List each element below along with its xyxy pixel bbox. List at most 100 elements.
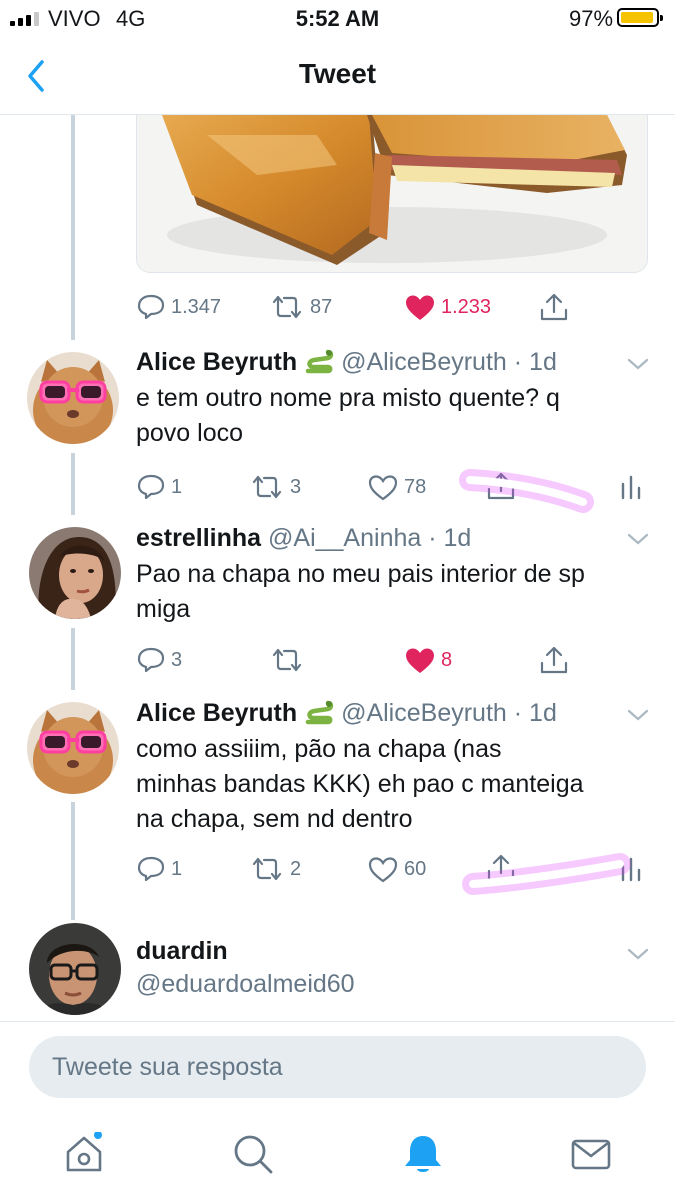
reply-count: 1: [171, 857, 183, 880]
avatar[interactable]: [27, 352, 119, 444]
share-button[interactable]: [539, 645, 569, 675]
battery-percent: 97%: [569, 6, 614, 31]
new-content-dot: [94, 1132, 102, 1139]
reply-count: 3: [171, 648, 183, 671]
tweet-text: Pao na chapa no meu pais interior de sp …: [136, 557, 656, 627]
chevron-down-icon[interactable]: [626, 531, 650, 547]
chevron-down-icon[interactable]: [626, 946, 650, 962]
heart-filled-icon: [406, 295, 434, 320]
share-icon: [540, 293, 568, 321]
girl-photo-avatar: [29, 527, 121, 619]
status-bar: VIVO 4G 5:52 AM 97%: [0, 0, 675, 38]
tweet-header: estrellinha @Ai__Aninha · 1d: [136, 524, 471, 553]
tweet-text-line: e tem outro nome pra misto quente? q: [136, 384, 560, 412]
like-count: 8: [441, 649, 453, 671]
avatar[interactable]: [27, 702, 119, 794]
reply-input[interactable]: Tweete sua resposta: [29, 1036, 646, 1098]
highlighter-scribble: [462, 853, 631, 895]
handle[interactable]: @AliceBeyruth: [341, 348, 507, 376]
handle[interactable]: @Ai__Aninha: [268, 524, 421, 552]
retweet-button[interactable]: 87: [270, 294, 332, 320]
handle[interactable]: @AliceBeyruth: [341, 699, 507, 727]
page-title: Tweet: [298, 58, 377, 89]
divider: [0, 1021, 675, 1022]
reply-icon: [137, 856, 165, 882]
avatar[interactable]: [29, 527, 121, 619]
notifications-icon[interactable]: [401, 1132, 445, 1176]
tweet-header: Alice Beyruth @AliceBeyruth · 1d: [136, 699, 557, 728]
like-count: 60: [404, 858, 427, 880]
reply-icon: [137, 647, 165, 673]
tweet-text: como assiiim, pão na chapa (nas minhas b…: [136, 732, 656, 837]
retweet-button[interactable]: 2: [250, 856, 301, 882]
cat-sunglasses-avatar: [27, 352, 119, 444]
snake-emoji-icon: [305, 349, 334, 374]
tweet-text-line: na chapa, sem nd dentro: [136, 805, 413, 833]
like-button[interactable]: 1.233: [405, 294, 491, 321]
reply-icon: [137, 474, 165, 500]
like-button[interactable]: 78: [368, 474, 426, 501]
retweet-icon: [272, 295, 302, 319]
thread-line: [71, 628, 75, 690]
reply-placeholder: Tweete sua resposta: [52, 1053, 283, 1081]
tweet-header: Alice Beyruth @AliceBeyruth · 1d: [136, 348, 557, 377]
tweet-text-line: como assiiim, pão na chapa (nas: [136, 735, 502, 763]
chevron-down-icon[interactable]: [626, 356, 650, 372]
highlighter-scribble: [459, 469, 594, 513]
share-icon: [540, 646, 568, 674]
display-name[interactable]: Alice Beyruth: [136, 348, 297, 376]
battery-icon: [617, 8, 663, 27]
retweet-count: 2: [290, 857, 302, 880]
timestamp: · 1d: [513, 699, 557, 727]
retweet-button[interactable]: [270, 647, 304, 673]
timestamp: · 1d: [513, 348, 557, 376]
tweet-media-image[interactable]: [136, 115, 648, 273]
reply-button[interactable]: 1: [137, 474, 182, 500]
retweet-count: 87: [310, 295, 333, 318]
tweet-text: e tem outro nome pra misto quente? q pov…: [136, 381, 656, 451]
handle[interactable]: @eduardoalmeid60: [136, 970, 355, 999]
like-count: 78: [404, 476, 427, 498]
search-icon[interactable]: [231, 1132, 275, 1176]
reply-icon: [137, 294, 165, 320]
nav-header: Tweet: [0, 38, 675, 115]
sandwich-photo: [137, 115, 647, 272]
chevron-down-icon[interactable]: [626, 707, 650, 723]
display-name[interactable]: estrellinha: [136, 524, 261, 552]
retweet-button[interactable]: 3: [250, 474, 301, 500]
avatar[interactable]: [29, 923, 121, 1015]
like-button[interactable]: 8: [405, 647, 452, 674]
reply-button[interactable]: 1: [137, 856, 182, 882]
reply-button[interactable]: 3: [137, 647, 182, 673]
heart-filled-icon: [406, 648, 434, 673]
thread-line: [71, 115, 75, 340]
retweet-icon: [252, 857, 282, 881]
like-count: 1.233: [441, 296, 492, 318]
retweet-icon: [272, 648, 302, 672]
reply-count: 1.347: [171, 295, 222, 318]
heart-icon: [368, 475, 398, 501]
reply-button[interactable]: 1.347: [137, 294, 221, 320]
boy-photo-avatar: [29, 923, 121, 1015]
tweet-text-line: minhas bandas KKK) eh pao c manteiga: [136, 770, 584, 798]
heart-icon: [368, 857, 398, 883]
share-button[interactable]: [539, 292, 569, 322]
display-name[interactable]: Alice Beyruth: [136, 699, 297, 727]
reply-count: 1: [171, 475, 183, 498]
tweet-text-line: Pao na chapa no meu pais interior de sp: [136, 560, 585, 588]
tweet-header: duardin: [136, 937, 228, 966]
analytics-icon[interactable]: [620, 474, 642, 500]
thread-line: [71, 802, 75, 920]
retweet-icon: [252, 475, 282, 499]
cat-sunglasses-avatar: [27, 702, 119, 794]
home-icon[interactable]: [62, 1132, 106, 1176]
like-button[interactable]: 60: [368, 856, 426, 883]
retweet-count: 3: [290, 475, 302, 498]
tweet-text-line: povo loco: [136, 419, 244, 447]
tweet-text-line: miga: [136, 595, 191, 623]
snake-emoji-icon: [305, 700, 334, 725]
messages-icon[interactable]: [569, 1132, 613, 1176]
display-name[interactable]: duardin: [136, 937, 228, 965]
timestamp: · 1d: [428, 524, 472, 552]
thread-line: [71, 453, 75, 515]
